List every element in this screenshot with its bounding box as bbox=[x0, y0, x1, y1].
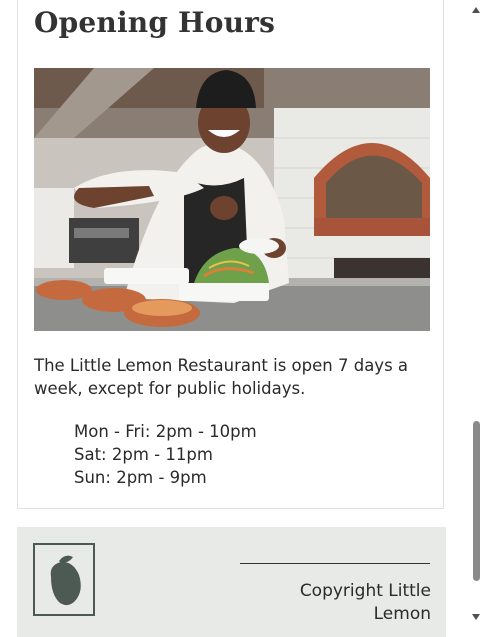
site-footer: Copyright Little Lemon bbox=[17, 527, 446, 637]
intro-text: The Little Lemon Restaurant is open 7 da… bbox=[34, 356, 409, 398]
section-heading: Opening Hours bbox=[34, 6, 276, 39]
chef-photo-illustration bbox=[34, 68, 430, 331]
scrollbar-thumb[interactable] bbox=[473, 421, 480, 581]
lemon-logo-icon[interactable] bbox=[33, 543, 95, 616]
hours-sunday: Sun: 2pm - 9pm bbox=[74, 468, 207, 487]
chef-photo bbox=[34, 68, 430, 331]
page: Opening Hours The Little Lemon Restauran… bbox=[0, 0, 470, 637]
footer-divider bbox=[240, 563, 430, 564]
scroll-down-arrow-icon[interactable] bbox=[472, 614, 480, 620]
lemon-icon bbox=[50, 555, 81, 606]
opening-hours-card: Opening Hours The Little Lemon Restauran… bbox=[17, 0, 444, 509]
hours-weekday: Mon - Fri: 2pm - 10pm bbox=[74, 422, 257, 441]
hours-saturday: Sat: 2pm - 11pm bbox=[74, 445, 213, 464]
scroll-up-arrow-icon[interactable] bbox=[472, 7, 480, 13]
copyright-text: Copyright Little Lemon bbox=[299, 581, 431, 624]
vertical-scrollbar[interactable] bbox=[470, 0, 483, 630]
hours-list: Mon - Fri: 2pm - 10pm Sat: 2pm - 11pm Su… bbox=[74, 420, 257, 489]
